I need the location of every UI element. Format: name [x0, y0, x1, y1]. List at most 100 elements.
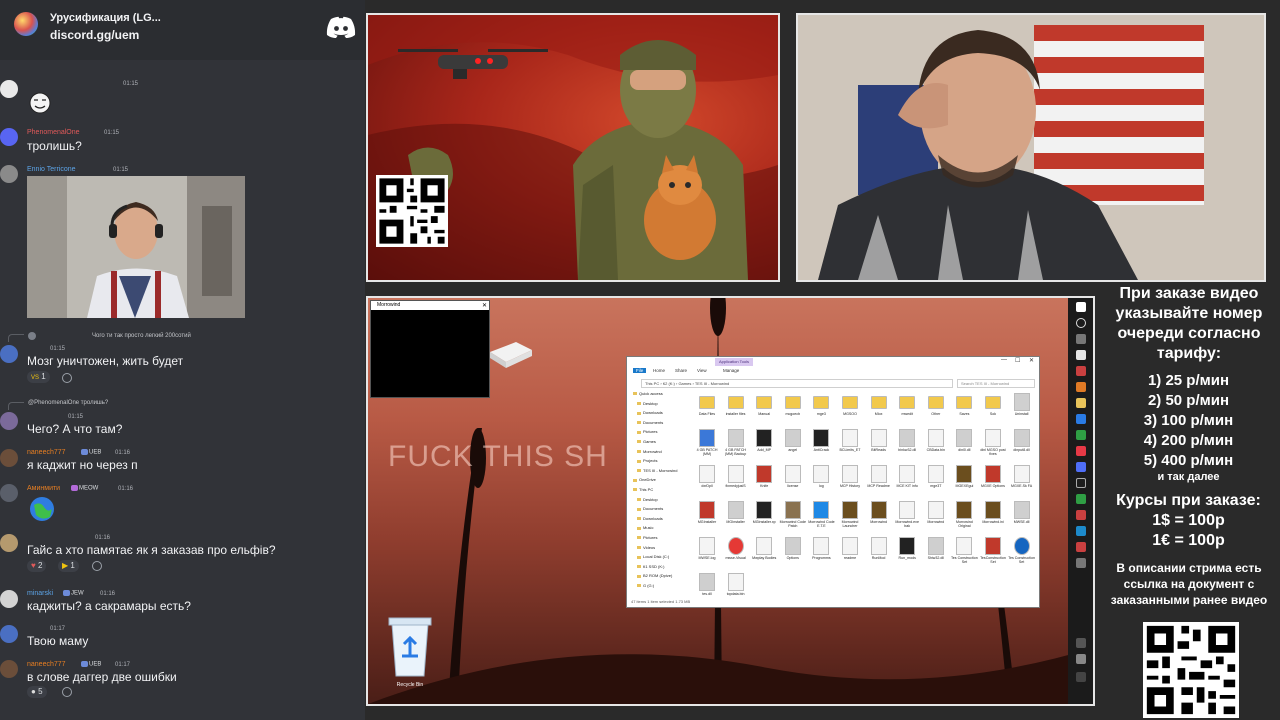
ribbon-tab-view[interactable]: View: [697, 368, 707, 373]
user-avatar[interactable]: [0, 625, 18, 643]
app-icon[interactable]: [1076, 382, 1086, 392]
user-avatar[interactable]: [0, 449, 18, 467]
file-item[interactable]: dinput8.dll: [1008, 429, 1036, 459]
file-item[interactable]: BitReads: [865, 429, 893, 459]
app-icon[interactable]: [1076, 462, 1086, 472]
explorer-titlebar[interactable]: Application Tools — ☐ ✕: [627, 357, 1039, 367]
app-icon[interactable]: [1076, 478, 1086, 488]
file-item[interactable]: Mlox: [865, 393, 893, 423]
nav-item[interactable]: Desktop: [637, 497, 658, 502]
nav-item[interactable]: Quick access: [633, 391, 663, 396]
file-item[interactable]: MGInstaller.xp: [750, 501, 778, 531]
tray-icon[interactable]: [1076, 638, 1086, 648]
address-bar[interactable]: This PC › К2 (K:) › Games › TES III - Mo…: [641, 379, 953, 388]
file-item[interactable]: dinl MGSO post fixes: [979, 429, 1007, 459]
nav-item[interactable]: Pictures: [637, 535, 657, 540]
app-icon[interactable]: [1076, 542, 1086, 552]
file-item[interactable]: Data Files: [693, 393, 721, 423]
file-item[interactable]: Knife: [750, 465, 778, 495]
close-icon[interactable]: ✕: [482, 302, 487, 309]
clock-icon[interactable]: [1076, 672, 1086, 682]
file-item[interactable]: Other: [922, 393, 950, 423]
reaction-chip[interactable]: ● 5: [27, 686, 47, 698]
file-item[interactable]: Tes Construction Set: [950, 537, 978, 567]
nav-item[interactable]: Morrowind: [637, 449, 662, 454]
nav-item[interactable]: В2 ROM (Dрive): [637, 573, 672, 578]
app-icon[interactable]: [1076, 366, 1086, 376]
message-username[interactable]: PhenomenalOne: [27, 129, 80, 136]
message-username[interactable]: naneech777: [27, 449, 66, 456]
app-icon[interactable]: [1076, 446, 1086, 456]
file-item[interactable]: mge3T: [922, 465, 950, 495]
file-item[interactable]: Options: [779, 537, 807, 567]
file-item[interactable]: log: [807, 465, 835, 495]
file-item[interactable]: mwedit: [893, 393, 921, 423]
file-item[interactable]: 4 GB PATCH (MM): [693, 429, 721, 459]
file-item[interactable]: MGXE.Sk FA: [1008, 465, 1036, 495]
file-item[interactable]: Mwplay Bodies: [750, 537, 778, 567]
ribbon-tab-share[interactable]: Share: [675, 368, 687, 373]
file-item[interactable]: Manual: [750, 393, 778, 423]
file-item[interactable]: Uninstall: [1008, 393, 1036, 423]
file-item[interactable]: MGInstaller: [722, 501, 750, 531]
user-avatar[interactable]: [0, 484, 18, 502]
file-item[interactable]: MGInstaller: [693, 501, 721, 531]
file-item[interactable]: MGXE Options: [979, 465, 1007, 495]
ribbon-tab-manage[interactable]: Manage: [723, 368, 739, 373]
file-item[interactable]: MCE KIT info: [893, 465, 921, 495]
app-icon[interactable]: [1076, 350, 1086, 360]
user-avatar[interactable]: [0, 345, 18, 363]
file-item[interactable]: mge3: [807, 393, 835, 423]
reaction-chip[interactable]: VS 1: [27, 371, 50, 383]
task-view-icon[interactable]: [1076, 334, 1086, 344]
app-icon[interactable]: [1076, 494, 1086, 504]
file-item[interactable]: Morrowind: [865, 501, 893, 531]
file-item[interactable]: 4 GB PATCH (MM) Backup: [722, 429, 750, 459]
file-item[interactable]: installer files: [722, 393, 750, 423]
file-item[interactable]: Morrowind Launcher: [836, 501, 864, 531]
message-username[interactable]: Ennio Terricone: [27, 166, 76, 173]
app-icon[interactable]: [1076, 526, 1086, 536]
app-icon[interactable]: [1076, 510, 1086, 520]
reaction-chip[interactable]: ▶ 1: [58, 560, 79, 572]
minimize-icon[interactable]: —: [1001, 357, 1007, 363]
file-item[interactable]: Tes Construction Set: [1008, 537, 1036, 567]
qr-code-icon[interactable]: [1143, 622, 1239, 718]
nav-item[interactable]: Documents: [637, 420, 663, 425]
ribbon-tab-home[interactable]: Home: [653, 368, 665, 373]
nav-item[interactable]: Downloads: [637, 516, 663, 521]
file-item[interactable]: Sok: [979, 393, 1007, 423]
volume-icon[interactable]: [1076, 654, 1086, 664]
file-item[interactable]: fixmedyjusiS: [722, 465, 750, 495]
file-item[interactable]: MCP History: [836, 465, 864, 495]
nav-item[interactable]: Projects: [637, 458, 657, 463]
user-avatar[interactable]: [0, 165, 18, 183]
file-item[interactable]: Morrowind.exe bak: [893, 501, 921, 531]
maximize-icon[interactable]: ☐: [1015, 357, 1020, 364]
file-item[interactable]: readme: [836, 537, 864, 567]
file-item[interactable]: angel: [779, 429, 807, 459]
app-icon[interactable]: [1076, 558, 1086, 568]
add-reaction-icon[interactable]: [62, 687, 72, 697]
file-item[interactable]: mcgoecb: [779, 393, 807, 423]
nav-item[interactable]: Music: [637, 525, 653, 530]
user-avatar[interactable]: [0, 590, 18, 608]
file-item[interactable]: dxrDpll: [693, 465, 721, 495]
add-reaction-icon[interactable]: [92, 561, 102, 571]
reply-preview-text[interactable]: @PhenomenalOne тролишь?: [28, 400, 108, 406]
search-icon[interactable]: [1076, 318, 1086, 328]
app-icon[interactable]: [1076, 430, 1086, 440]
chat-image-attachment[interactable]: [27, 176, 245, 318]
file-item[interactable]: CBData.bin: [922, 429, 950, 459]
app-icon[interactable]: [1076, 414, 1086, 424]
user-avatar[interactable]: [0, 80, 18, 98]
add-reaction-icon[interactable]: [62, 373, 72, 383]
nav-item[interactable]: This PC: [633, 487, 653, 492]
file-item[interactable]: Morrowind Code Patch: [779, 501, 807, 531]
file-item[interactable]: Shiw32.dll: [922, 537, 950, 567]
file-item[interactable]: BCLimits_ET: [836, 429, 864, 459]
file-item[interactable]: binkw32.dll: [893, 429, 921, 459]
file-item[interactable]: Morrowind Original: [950, 501, 978, 531]
window-title[interactable]: Morrowind: [371, 301, 489, 310]
file-item[interactable]: license: [779, 465, 807, 495]
